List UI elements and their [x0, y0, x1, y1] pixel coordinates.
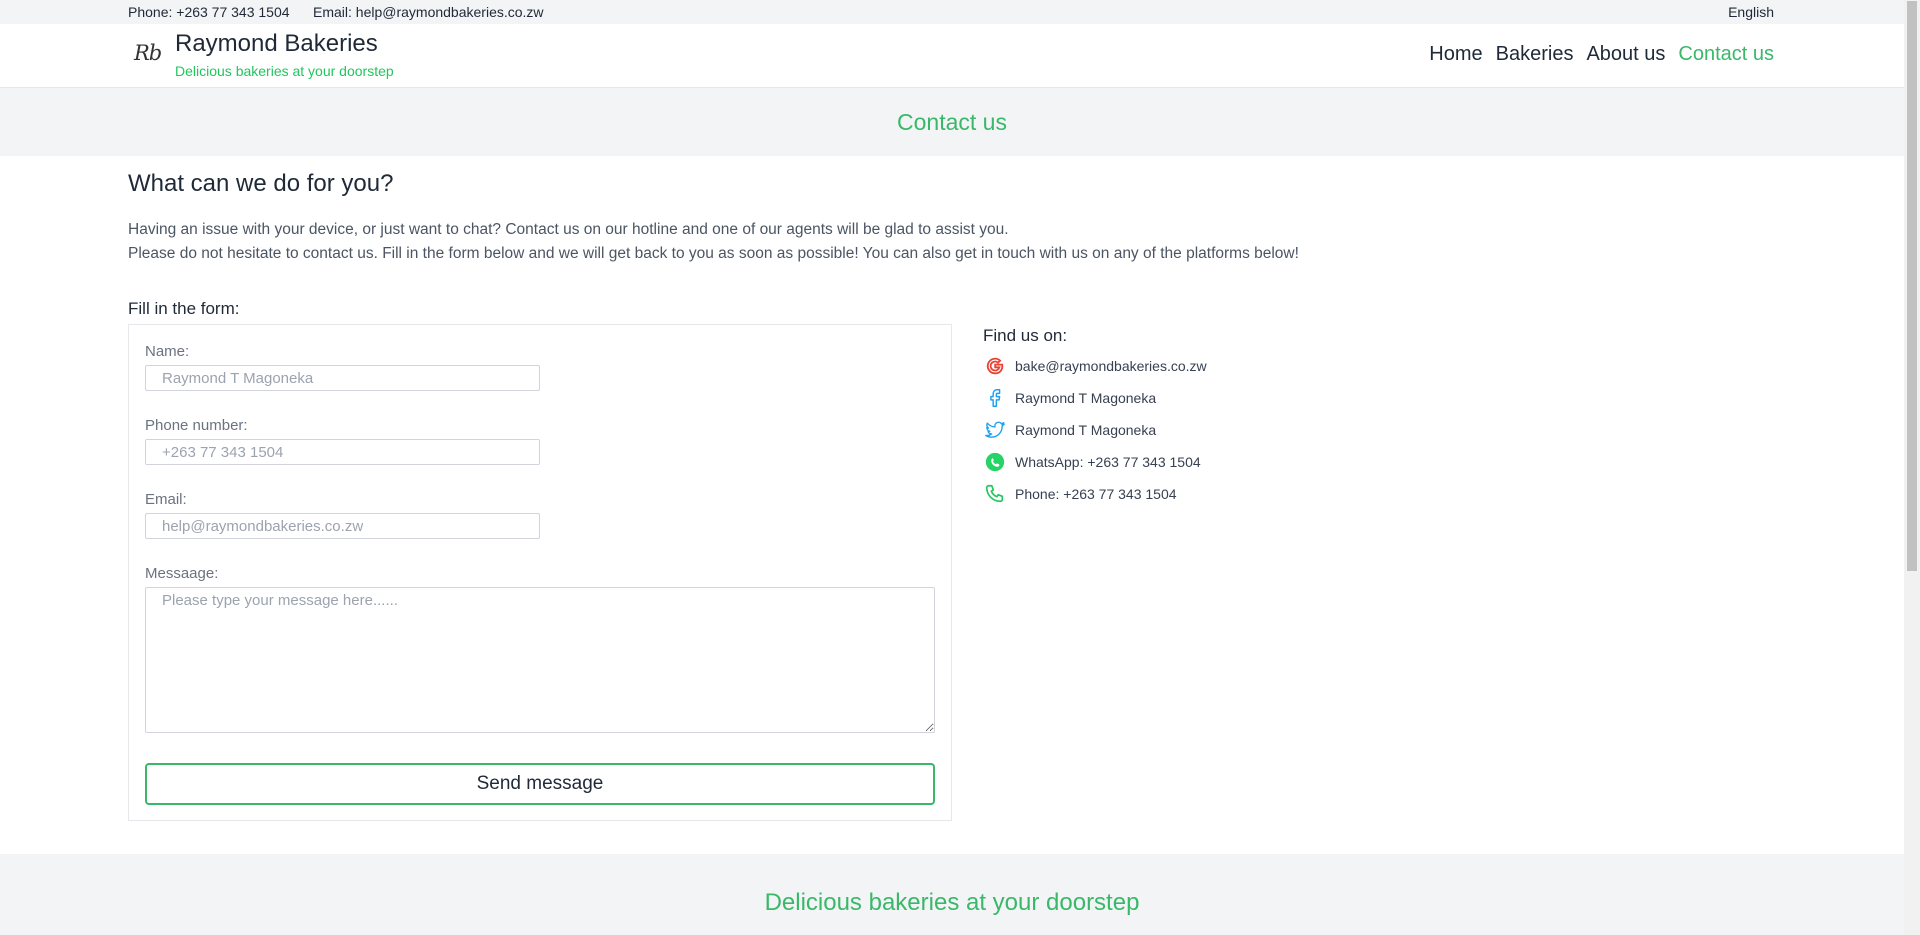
- contact-item-google[interactable]: bake@raymondbakeries.co.zw: [983, 350, 1207, 382]
- page-banner: Contact us: [0, 88, 1904, 156]
- facebook-icon: [983, 386, 1007, 410]
- phone-input[interactable]: [145, 439, 540, 465]
- contact-twitter-text: Raymond T Magoneka: [1015, 422, 1157, 438]
- contact-item-phone[interactable]: Phone: +263 77 343 1504: [983, 478, 1207, 510]
- name-label: Name:: [145, 343, 190, 360]
- contact-whatsapp-text: WhatsApp: +263 77 343 1504: [1015, 454, 1201, 470]
- nav-bakeries[interactable]: Bakeries: [1496, 43, 1574, 66]
- main-nav: Home Bakeries About us Contact us: [1429, 43, 1774, 66]
- site-footer: Delicious bakeries at your doorstep: [0, 854, 1904, 935]
- page-title: Contact us: [897, 109, 1007, 135]
- whatsapp-icon: [983, 450, 1007, 474]
- contact-channels: bake@raymondbakeries.co.zw Raymond T Mag…: [983, 350, 1207, 510]
- brand-tagline: Delicious bakeries at your doorstep: [175, 63, 394, 79]
- contact-phone-text: Phone: +263 77 343 1504: [1015, 486, 1177, 502]
- phone-label: Phone number:: [145, 417, 248, 434]
- contact-google-text: bake@raymondbakeries.co.zw: [1015, 358, 1207, 374]
- topbar-phone: Phone: +263 77 343 1504: [128, 4, 290, 20]
- nav-home[interactable]: Home: [1429, 43, 1482, 66]
- intro-text: Having an issue with your device, or jus…: [128, 218, 1299, 266]
- phone-icon: [983, 482, 1007, 506]
- scrollbar-thumb[interactable]: [1907, 1, 1917, 571]
- email-label: Email:: [145, 491, 187, 508]
- twitter-icon: [983, 418, 1007, 442]
- nav-about-us[interactable]: About us: [1586, 43, 1665, 66]
- google-icon: [983, 354, 1007, 378]
- page: Phone: +263 77 343 1504 Email: help@raym…: [0, 0, 1904, 935]
- page-scrollbar[interactable]: [1904, 0, 1920, 935]
- form-heading: Fill in the form:: [128, 299, 240, 318]
- footer-tagline: Delicious bakeries at your doorstep: [764, 889, 1140, 916]
- find-us-heading: Find us on:: [983, 326, 1068, 345]
- intro-heading: What can we do for you?: [128, 170, 394, 197]
- nav-contact-us[interactable]: Contact us: [1678, 43, 1774, 66]
- intro-line-2: Please do not hesitate to contact us. Fi…: [128, 245, 1299, 262]
- site-header: Rb Raymond Bakeries Delicious bakeries a…: [0, 24, 1904, 88]
- contact-item-facebook[interactable]: Raymond T Magoneka: [983, 382, 1207, 414]
- email-input[interactable]: [145, 513, 540, 539]
- message-textarea[interactable]: [145, 587, 935, 733]
- name-input[interactable]: [145, 365, 540, 391]
- contact-facebook-text: Raymond T Magoneka: [1015, 390, 1157, 406]
- brand-logo[interactable]: Rb: [134, 41, 162, 65]
- intro-line-1: Having an issue with your device, or jus…: [128, 221, 1009, 238]
- message-label: Messaage:: [145, 565, 219, 582]
- contact-item-whatsapp[interactable]: WhatsApp: +263 77 343 1504: [983, 446, 1207, 478]
- brand-name[interactable]: Raymond Bakeries: [175, 30, 378, 58]
- contact-form: Name: Phone number: Email: Messaage: Sen…: [128, 324, 952, 821]
- topbar-email: Email: help@raymondbakeries.co.zw: [313, 4, 544, 20]
- send-message-button[interactable]: Send message: [145, 763, 935, 805]
- contact-item-twitter[interactable]: Raymond T Magoneka: [983, 414, 1207, 446]
- top-info-bar: Phone: +263 77 343 1504 Email: help@raym…: [0, 0, 1904, 24]
- language-selector[interactable]: English: [1728, 4, 1774, 20]
